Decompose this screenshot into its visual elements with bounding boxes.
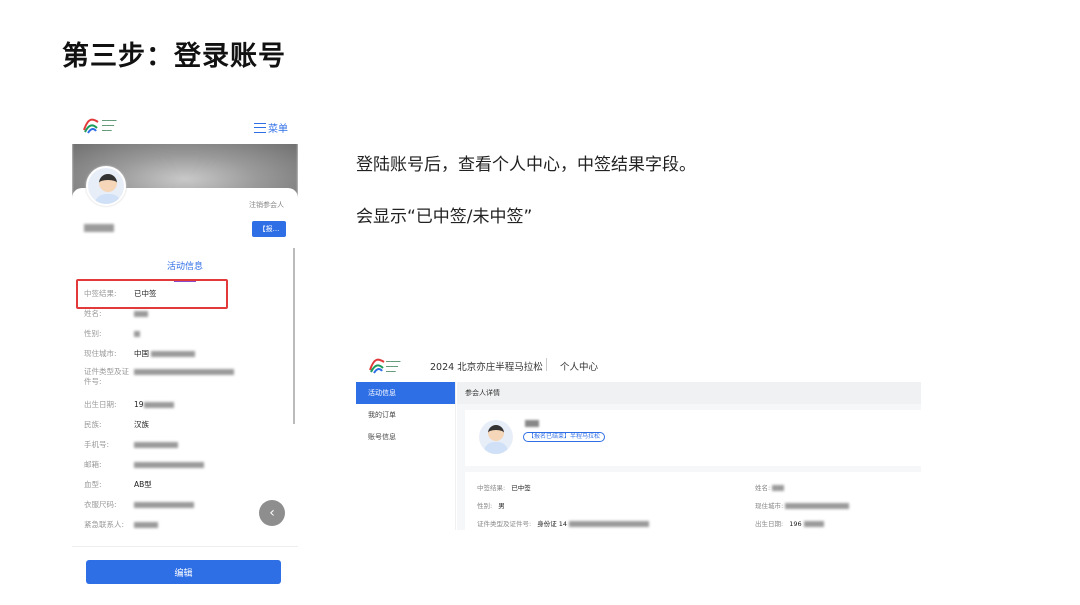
cancel-participant-link[interactable]: 注销参会人 — [249, 200, 284, 210]
field-id: 证件类型及证件号: 身份证 14 — [477, 518, 650, 528]
field-phone: 手机号: — [84, 440, 284, 450]
description-line-1: 登陆账号后，查看个人中心，中签结果字段。 — [356, 155, 696, 175]
section-header: 参会人详情 — [457, 382, 921, 404]
sidebar: 活动信息 我的订单 账号信息 — [356, 382, 456, 530]
field-gender: 性别: — [84, 329, 284, 339]
tab-activity-info[interactable]: 活动信息 — [72, 259, 298, 272]
avatar — [479, 420, 513, 454]
highlight-box — [76, 279, 228, 309]
desktop-header: ━━━━━━ ━━━━━ ━━━━ 2024 北京亦庄半程马拉松 个人中心 — [356, 348, 921, 382]
logo-wordmark: ━━━━━━ ━━━━━ ━━━━ — [386, 359, 401, 374]
scrollbar[interactable] — [293, 248, 295, 424]
field-lottery-result: 中签结果: 已中签 — [477, 484, 531, 492]
field-birth: 出生日期: 196 — [755, 518, 824, 528]
marathon-logo-icon — [83, 118, 99, 134]
main-panel: 参会人详情 【报名已结束】半程马拉松 中签结果: 已中签 姓名: 性别: 男 现住城… — [457, 382, 921, 530]
field-birth: 出生日期: 19 — [84, 400, 284, 410]
description-line-2: 会显示“已中签/未中签” — [356, 207, 533, 227]
logo-wordmark: ━━━━━━ ━━━━━ ━━━━ — [102, 118, 117, 133]
avatar — [86, 166, 126, 206]
slide-title: 第三步：登录账号 — [62, 41, 286, 72]
participant-info: 中签结果: 已中签 姓名: 性别: 男 现住城市: 证件类型及证件号: 身份证 14 … — [465, 472, 921, 530]
menu-label: 菜单 — [268, 124, 288, 135]
edit-button[interactable]: 编辑 — [86, 560, 281, 584]
status-badge: 【报名已结束】半程马拉松 — [523, 432, 606, 442]
blurred-name — [84, 224, 114, 232]
menu-button[interactable]: 菜单 — [254, 120, 288, 135]
field-city: 现住城市: 中国 — [84, 349, 284, 359]
field-blood-type: 血型: AB型 — [84, 480, 152, 489]
field-name: 姓名: — [84, 309, 284, 319]
field-emergency-contact: 紧急联系人: — [84, 520, 284, 530]
chevron-left-icon: ‹ — [269, 505, 275, 521]
field-city: 现住城市: — [755, 500, 850, 510]
mobile-header: ━━━━━━ ━━━━━ ━━━━ 菜单 — [72, 108, 298, 144]
desktop-screenshot: ━━━━━━ ━━━━━ ━━━━ 2024 北京亦庄半程马拉松 个人中心 活动信息… — [356, 348, 921, 530]
field-id: 证件类型及证件号: — [84, 367, 284, 387]
field-email: 邮箱: — [84, 460, 284, 470]
sidebar-item-my-orders[interactable]: 我的订单 — [356, 404, 455, 426]
field-name: 姓名: — [755, 482, 785, 492]
sidebar-item-activity-info[interactable]: 活动信息 — [356, 382, 455, 404]
header-separator — [546, 358, 547, 371]
sidebar-item-account-info[interactable]: 账号信息 — [356, 426, 455, 448]
back-button[interactable]: ‹ — [259, 500, 285, 526]
hamburger-icon — [254, 122, 266, 133]
field-gender: 性别: 男 — [477, 502, 505, 510]
event-title: 2024 北京亦庄半程马拉松 — [430, 362, 543, 373]
marathon-logo-icon — [369, 358, 385, 374]
participant-card: 【报名已结束】半程马拉松 — [465, 410, 921, 466]
field-ethnicity: 民族: 汉族 — [84, 420, 149, 429]
registration-tag-button[interactable]: 【报... — [252, 221, 286, 237]
personal-center-link[interactable]: 个人中心 — [560, 359, 598, 373]
field-size: 衣服尺码: — [84, 500, 284, 510]
divider — [72, 546, 298, 547]
blurred-name — [525, 420, 539, 427]
